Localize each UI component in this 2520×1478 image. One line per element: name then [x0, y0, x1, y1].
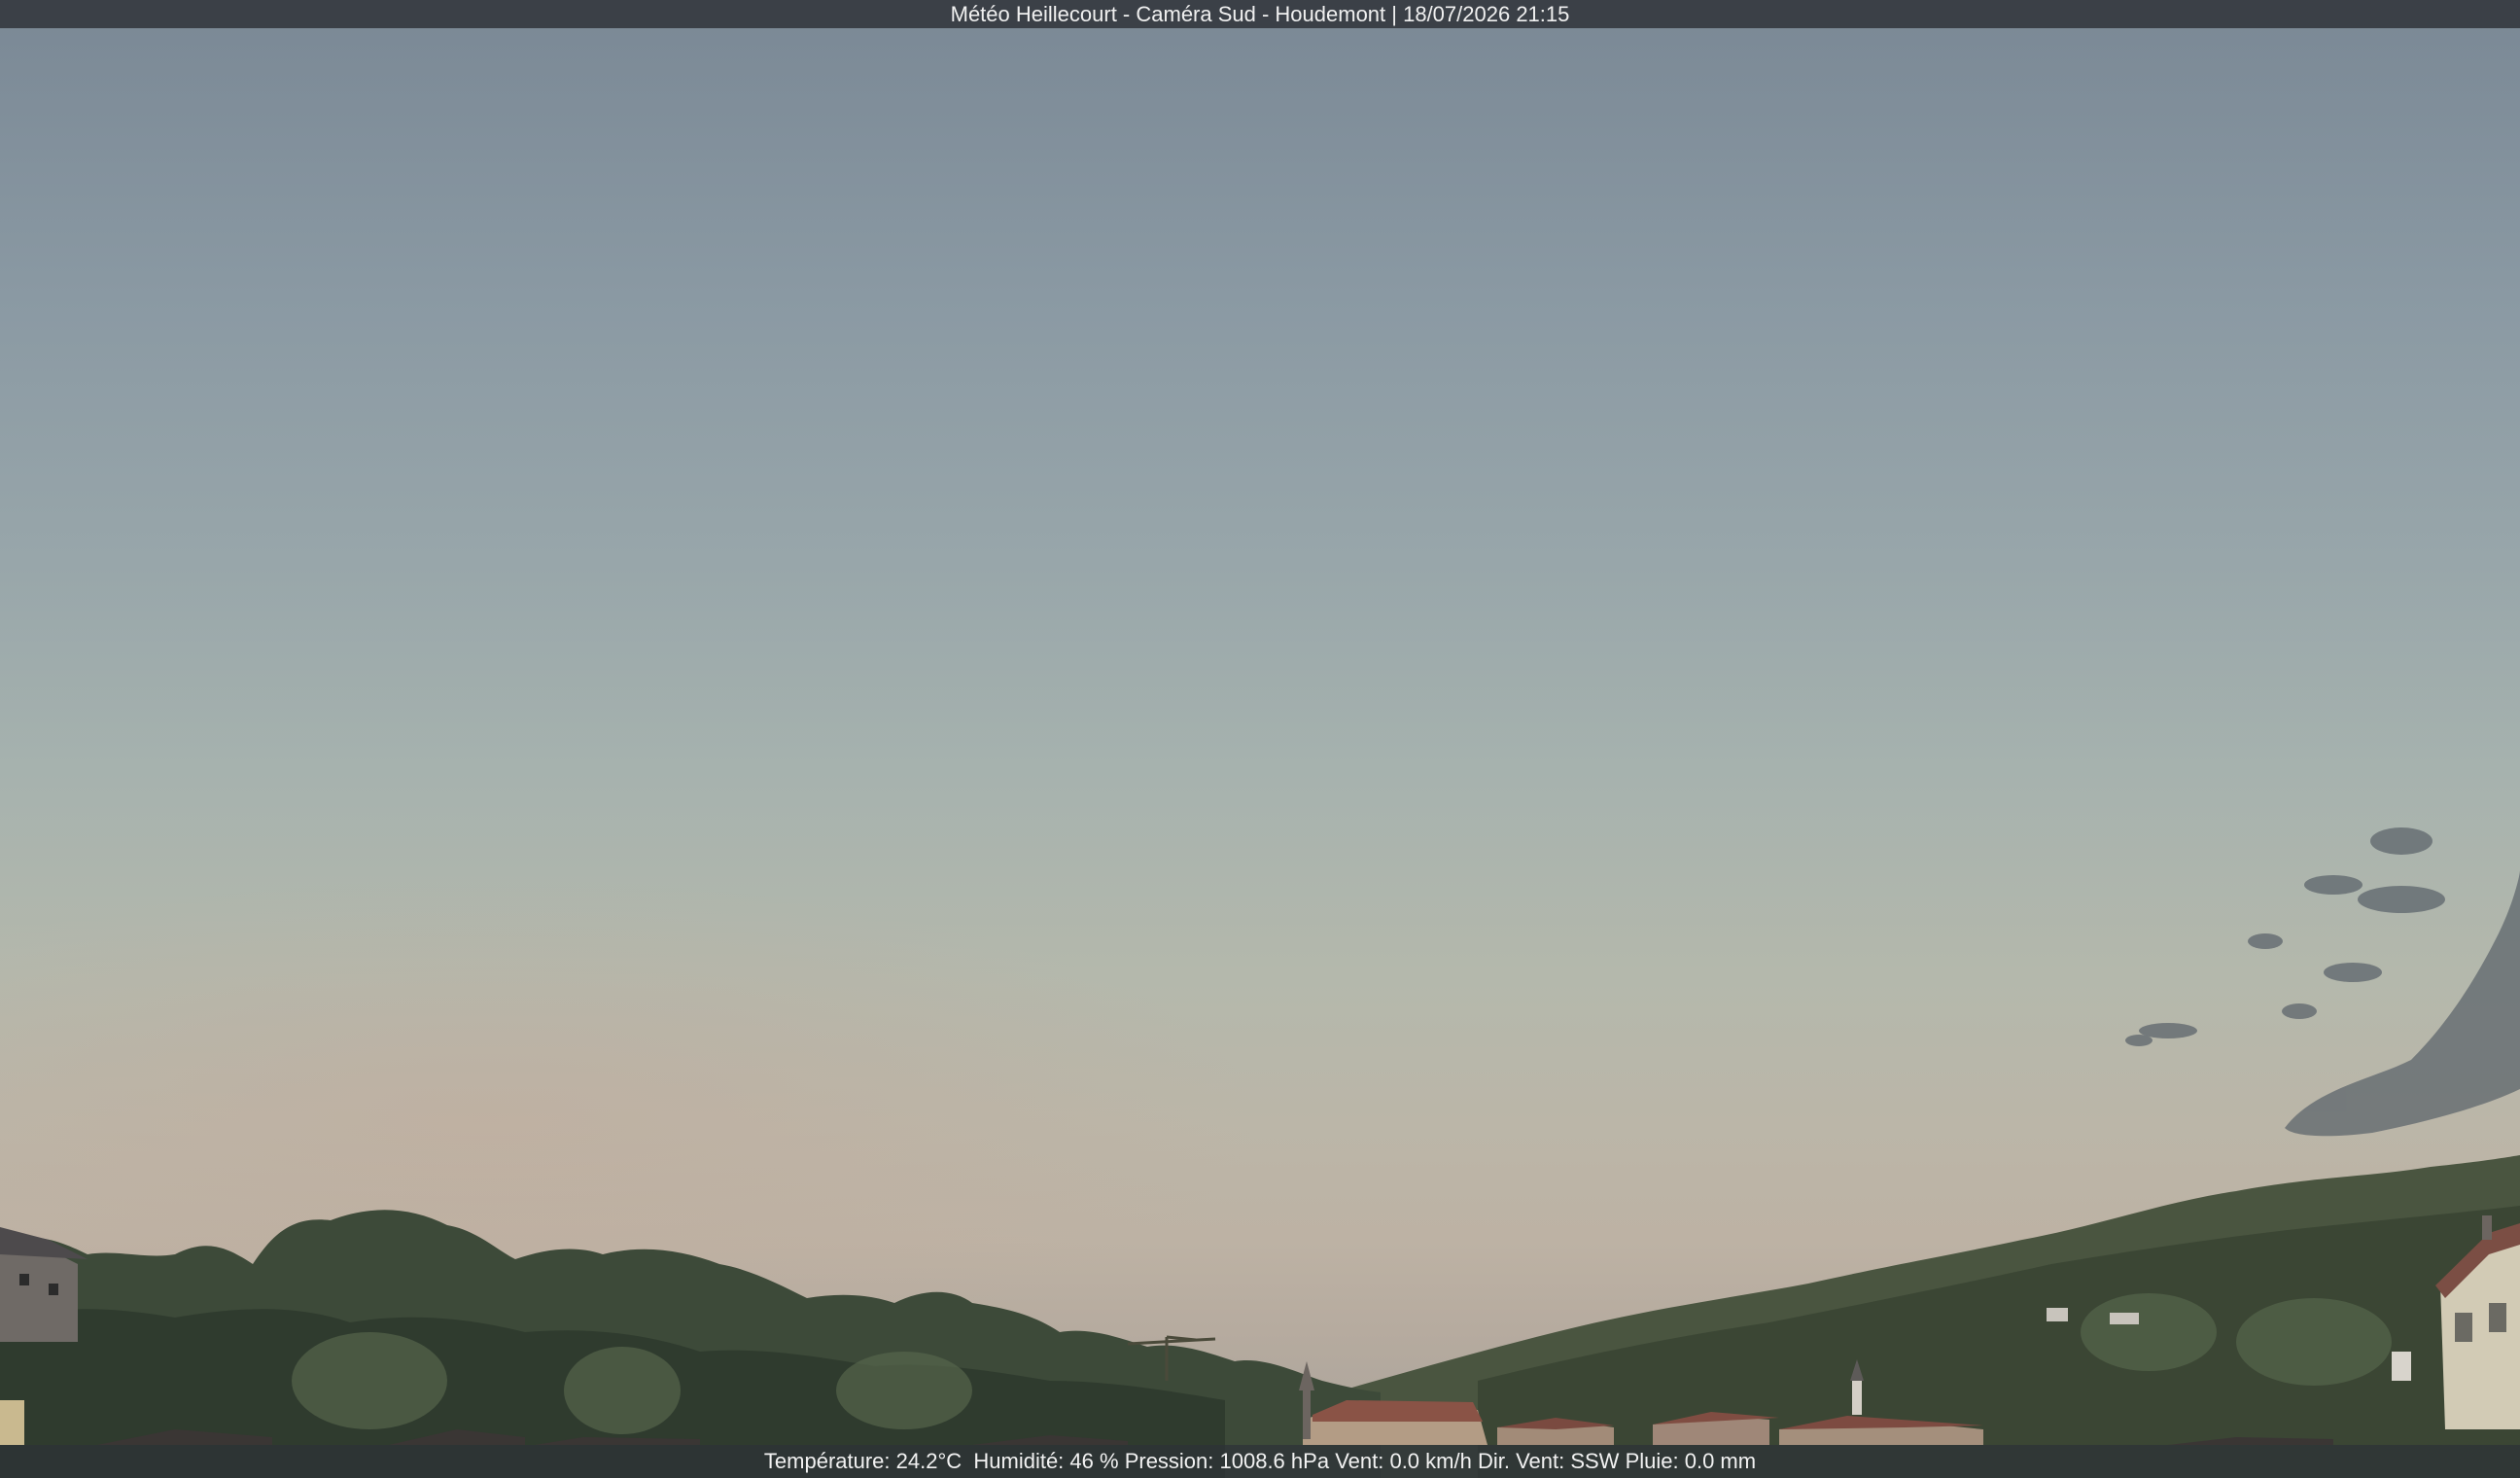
pressure-readout: Pression: 1008.6 hPa: [1124, 1449, 1330, 1473]
webcam-frame: Météo Heillecourt - Caméra Sud - Houdemo…: [0, 0, 2520, 1478]
wind-readout: Vent: 0.0 km/h: [1335, 1449, 1472, 1473]
camera-title: Météo Heillecourt - Caméra Sud - Houdemo…: [950, 2, 1570, 26]
clouds: [2125, 827, 2520, 1137]
humidity-readout: Humidité: 46 %: [973, 1449, 1119, 1473]
rain-readout: Pluie: 0.0 mm: [1625, 1449, 1757, 1473]
wind-direction-readout: Dir. Vent: SSW: [1477, 1449, 1620, 1473]
landscape: [0, 827, 2520, 1478]
weather-info-bar: Température: 24.2°C Humidité: 46 % Press…: [0, 1445, 2520, 1478]
camera-title-bar: Météo Heillecourt - Caméra Sud - Houdemo…: [0, 0, 2520, 28]
temperature-readout: Température: 24.2°C: [763, 1449, 962, 1473]
